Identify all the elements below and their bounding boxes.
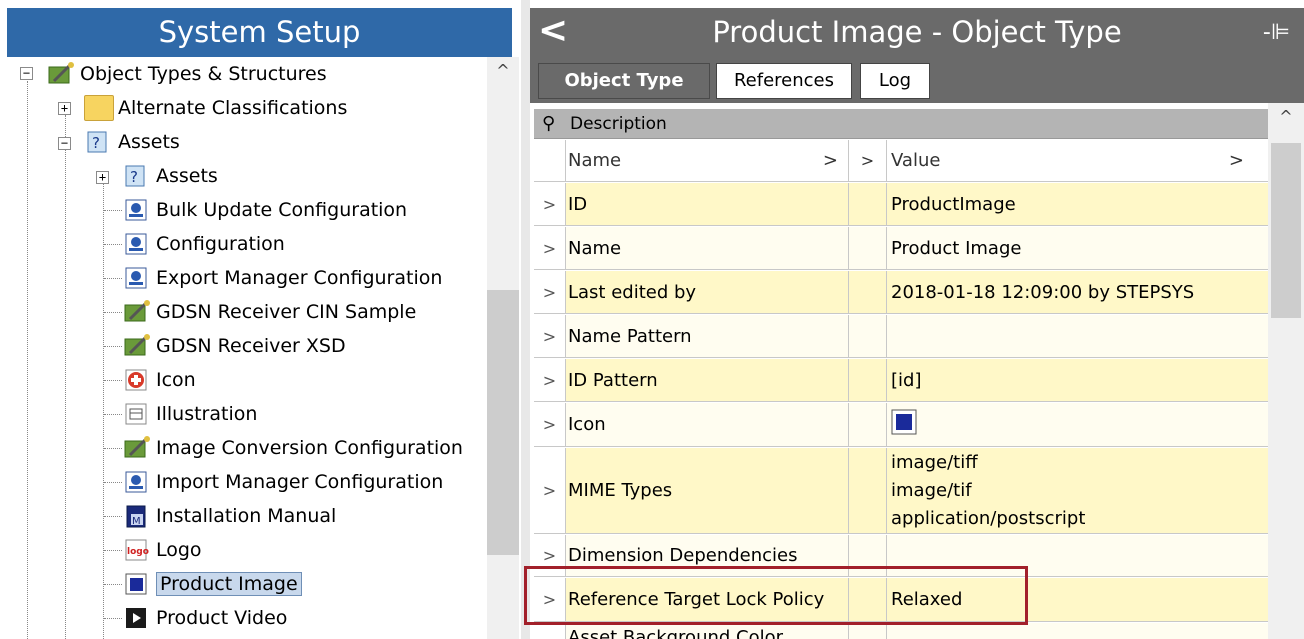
tree-item-configuration[interactable]: Configuration	[122, 229, 285, 259]
mime-type-value: image/tiff	[891, 451, 978, 473]
video-icon	[122, 605, 152, 631]
expand-toggle[interactable]: +	[58, 102, 71, 115]
tree-item-assets-type[interactable]: ? Assets	[84, 127, 180, 157]
row-expand-icon[interactable]: >	[534, 359, 566, 401]
tree-item-product-video[interactable]: Product Video	[122, 603, 287, 633]
mime-type-value: application/postscript	[891, 507, 1086, 529]
editor-title: Product Image - Object Type	[712, 15, 1122, 49]
tree-item-icon[interactable]: Icon	[122, 365, 196, 395]
red-cross-icon	[122, 367, 152, 393]
tab-references[interactable]: References	[716, 63, 852, 99]
folder-icon	[84, 95, 114, 121]
collapse-toggle[interactable]: −	[20, 67, 33, 80]
svg-text:?: ?	[92, 134, 100, 152]
pin-icon[interactable]: ⚲	[542, 109, 555, 139]
object-type-tree: − Object Types & Structures + Alternate …	[0, 57, 488, 639]
config-icon	[122, 197, 152, 223]
row-expand-icon[interactable]: >	[534, 183, 566, 225]
asset-type-icon: ?	[122, 163, 152, 189]
panel-title: System Setup	[7, 8, 512, 57]
product-image-icon	[122, 571, 152, 597]
svg-text:?: ?	[130, 168, 138, 186]
grid-scrollbar[interactable]: ^	[1268, 103, 1304, 639]
column-header-value[interactable]: Value >	[887, 140, 1268, 181]
tree-item-alternate-classifications[interactable]: Alternate Classifications	[84, 93, 347, 123]
row-expand-icon[interactable]: >	[534, 271, 566, 313]
wizard-icon	[122, 299, 152, 325]
tree-item-illustration[interactable]: Illustration	[122, 399, 257, 429]
tree-item-installation-manual[interactable]: M Installation Manual	[122, 501, 336, 531]
table-row[interactable]: > Name Product Image	[534, 227, 1268, 270]
row-expand-icon[interactable]: >	[534, 403, 566, 446]
scrollbar-thumb[interactable]	[1271, 143, 1301, 318]
pin-icon[interactable]: -⊫	[1263, 8, 1290, 57]
editor-header: Product Image - Object Type < -⊫	[530, 8, 1304, 57]
tree-item-export-manager-configuration[interactable]: Export Manager Configuration	[122, 263, 442, 293]
config-icon	[122, 469, 152, 495]
chevron-right-icon: >	[822, 150, 838, 171]
highlight-box	[524, 566, 1028, 625]
tab-bar: Object Type References Log	[530, 57, 1304, 103]
column-expander[interactable]: >	[849, 140, 887, 181]
panel-splitter[interactable]	[521, 0, 530, 639]
tree-scrollbar[interactable]: ^	[487, 57, 519, 639]
tab-object-type[interactable]: Object Type	[538, 63, 710, 99]
expand-toggle[interactable]: +	[96, 171, 109, 184]
config-icon	[122, 265, 152, 291]
logo-icon: logo	[122, 537, 152, 563]
table-row[interactable]: > Last edited by 2018-01-18 12:09:00 by …	[534, 271, 1268, 314]
tree-item-product-image[interactable]: Product Image	[122, 569, 302, 599]
tree-item-gdsn-receiver-cin-sample[interactable]: GDSN Receiver CIN Sample	[122, 297, 416, 327]
description-grid: ⚲ Description Name > > Value > > ID Prod…	[534, 103, 1268, 639]
table-row[interactable]: > MIME Types image/tiff image/tif applic…	[534, 448, 1268, 534]
scrollbar-thumb[interactable]	[487, 290, 519, 555]
section-header: ⚲ Description	[534, 109, 1268, 139]
asset-type-icon: ?	[84, 129, 114, 155]
scroll-up-icon[interactable]: ^	[1268, 107, 1304, 131]
svg-text:logo: logo	[127, 547, 149, 557]
row-expand-icon[interactable]: >	[534, 227, 566, 269]
table-row[interactable]: > Asset Background Color	[534, 623, 1268, 639]
mime-type-value: image/tif	[891, 479, 972, 501]
section-title: Description	[570, 114, 667, 134]
row-expand-icon[interactable]: >	[534, 448, 566, 533]
system-setup-panel: System Setup − Object Types & Structures…	[0, 0, 521, 639]
table-row[interactable]: > Icon	[534, 403, 1268, 447]
svg-text:M: M	[132, 516, 141, 527]
object-type-editor: Product Image - Object Type < -⊫ Object …	[530, 0, 1304, 639]
chevron-right-icon: >	[1228, 150, 1244, 171]
illustration-icon	[122, 401, 152, 427]
grid-header-row: Name > > Value >	[534, 140, 1268, 182]
row-expand-icon[interactable]: >	[534, 315, 566, 357]
tree-item-assets[interactable]: ? Assets	[122, 161, 218, 191]
row-expand-icon[interactable]: >	[534, 623, 566, 639]
wizard-icon	[122, 333, 152, 359]
product-image-icon	[891, 409, 917, 440]
table-row[interactable]: > ID Pattern [id]	[534, 359, 1268, 402]
wizard-icon	[122, 435, 152, 461]
wizard-icon	[46, 61, 76, 87]
column-header-name[interactable]: Name >	[566, 140, 849, 181]
table-row[interactable]: > ID ProductImage	[534, 183, 1268, 226]
table-row[interactable]: > Name Pattern	[534, 315, 1268, 358]
back-arrow-icon[interactable]: <	[538, 8, 568, 57]
tab-log[interactable]: Log	[860, 63, 930, 99]
collapse-toggle[interactable]: −	[58, 137, 71, 150]
config-icon	[122, 231, 152, 257]
scroll-up-icon[interactable]: ^	[487, 61, 519, 85]
tree-item-bulk-update-configuration[interactable]: Bulk Update Configuration	[122, 195, 407, 225]
tree-item-object-types[interactable]: Object Types & Structures	[46, 59, 327, 89]
tree-item-image-conversion-configuration[interactable]: Image Conversion Configuration	[122, 433, 463, 463]
tree-item-import-manager-configuration[interactable]: Import Manager Configuration	[122, 467, 443, 497]
tree-item-logo[interactable]: logo Logo	[122, 535, 202, 565]
manual-icon: M	[122, 503, 152, 529]
chevron-right-icon: >	[860, 151, 875, 170]
tree-item-gdsn-receiver-xsd[interactable]: GDSN Receiver XSD	[122, 331, 346, 361]
